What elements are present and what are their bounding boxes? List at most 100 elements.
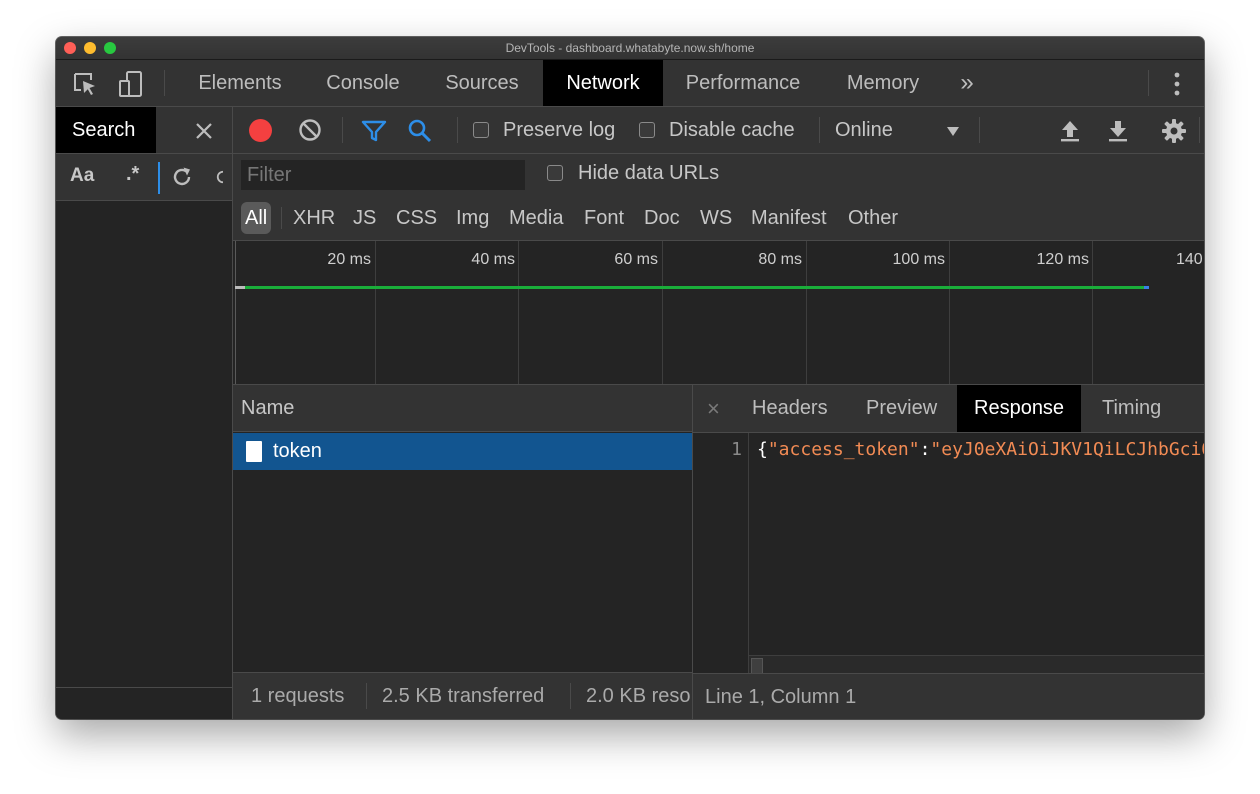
requests-list: Name token 1 requests 2.5 KB transferred… (233, 385, 693, 719)
search-icon[interactable] (405, 117, 435, 145)
search-pane: Search Aa .* (56, 107, 233, 719)
network-summary-bar: 1 requests 2.5 KB transferred 2.0 KB res… (233, 672, 692, 719)
status-divider (570, 683, 571, 709)
clear-search-icon[interactable] (214, 163, 232, 191)
request-count: 1 requests (251, 685, 345, 707)
request-detail-pane: × Headers Preview Response Timing 1 {"ac… (693, 385, 1204, 719)
scrollbar-thumb[interactable] (751, 658, 763, 674)
inspect-element-icon[interactable] (70, 69, 100, 99)
throttling-select[interactable]: Online (835, 119, 893, 142)
tab-console[interactable]: Console (306, 60, 420, 106)
filter-type-css[interactable]: CSS (396, 202, 437, 234)
filter-input[interactable] (241, 160, 525, 190)
timeline-tick-label: 140 ms (1176, 251, 1204, 268)
preserve-log-checkbox[interactable] (473, 122, 489, 138)
horizontal-scrollbar[interactable] (749, 655, 1204, 675)
request-name: token (273, 440, 322, 462)
filter-type-font[interactable]: Font (584, 202, 624, 234)
tab-elements[interactable]: Elements (178, 60, 302, 106)
request-download-bar (245, 286, 1147, 289)
column-header-name[interactable]: Name (233, 385, 692, 432)
toolbar-divider (979, 117, 980, 143)
response-code-line: {"access_token":"eyJ0eXAiOiJKV1QiLCJhbGc… (757, 439, 1204, 460)
filter-type-img[interactable]: Img (456, 202, 489, 234)
line-number-gutter: 1 (693, 433, 749, 675)
regex-button[interactable]: .* (126, 163, 139, 186)
disable-cache-checkbox[interactable] (639, 122, 655, 138)
cursor-position-status: Line 1, Column 1 (693, 673, 1204, 719)
resources-size: 2.0 KB resources (586, 685, 690, 707)
close-detail-icon[interactable]: × (707, 385, 720, 432)
toolbar-divider (1199, 117, 1200, 143)
timeline-tick-label: 80 ms (758, 251, 802, 268)
timeline-tick-label: 120 ms (1036, 251, 1089, 268)
hide-data-urls-checkbox[interactable] (547, 165, 563, 181)
clear-log-icon[interactable] (297, 117, 323, 143)
timeline-gridline (662, 241, 663, 384)
tab-response[interactable]: Response (957, 385, 1082, 432)
disable-cache-label: Disable cache (669, 119, 795, 141)
status-divider (366, 683, 367, 709)
toolbar-divider (1148, 70, 1149, 96)
timeline-gridline (949, 241, 950, 384)
filter-type-js[interactable]: JS (353, 202, 376, 234)
json-key: "access_token" (767, 439, 920, 460)
filter-type-ws[interactable]: WS (700, 202, 732, 234)
timeline-tick-label: 100 ms (892, 251, 945, 268)
devtools-window: DevTools - dashboard.whatabyte.now.sh/ho… (56, 37, 1204, 719)
kebab-menu-icon[interactable] (1162, 69, 1192, 99)
match-case-button[interactable]: Aa (70, 165, 94, 187)
close-search-icon[interactable] (190, 117, 218, 145)
tab-network[interactable]: Network (543, 60, 663, 106)
line-number: 1 (731, 439, 742, 460)
tab-headers[interactable]: Headers (752, 385, 828, 432)
timeline-gridline (1092, 241, 1093, 384)
tab-preview[interactable]: Preview (866, 385, 937, 432)
timeline-tick-label: 40 ms (471, 251, 515, 268)
main-tab-bar: Elements Console Sources Network Perform… (56, 60, 1204, 107)
tab-timing[interactable]: Timing (1102, 385, 1161, 432)
filter-type-manifest[interactable]: Manifest (751, 202, 827, 234)
filter-type-xhr[interactable]: XHR (293, 202, 335, 234)
json-brace: { (757, 439, 768, 460)
table-row[interactable]: token (233, 433, 692, 470)
search-pane-footer (56, 687, 232, 719)
gear-icon[interactable] (1159, 116, 1189, 146)
request-end-marker (1144, 286, 1149, 289)
detail-tab-bar: × Headers Preview Response Timing (693, 385, 1204, 433)
preserve-log-label: Preserve log (503, 119, 616, 141)
response-body-viewer[interactable]: 1 {"access_token":"eyJ0eXAiOiJKV1QiLCJhb… (693, 433, 1204, 675)
filter-divider (281, 207, 282, 229)
filter-type-doc[interactable]: Doc (644, 202, 680, 234)
hide-data-urls-label: Hide data URLs (578, 162, 720, 184)
timeline-tick-label: 60 ms (614, 251, 658, 268)
network-toolbar: Preserve log Disable cache Online (233, 107, 1204, 154)
filter-icon[interactable] (359, 117, 389, 145)
more-tabs-button[interactable]: » (950, 60, 984, 106)
refresh-icon[interactable] (168, 163, 196, 191)
request-waiting-bar (235, 286, 245, 289)
tab-performance[interactable]: Performance (666, 60, 820, 106)
network-overview-timeline[interactable]: 20 ms 40 ms 60 ms 80 ms 100 ms 120 ms 14… (233, 241, 1204, 385)
upload-icon[interactable] (1057, 117, 1083, 145)
search-options-bar: Aa .* (56, 154, 232, 201)
chevron-down-icon[interactable] (941, 121, 965, 141)
search-tab[interactable]: Search (56, 107, 156, 153)
timeline-tick-label: 20 ms (327, 251, 371, 268)
tab-sources[interactable]: Sources (424, 60, 540, 106)
download-icon[interactable] (1105, 117, 1131, 145)
timeline-gridline (375, 241, 376, 384)
device-toolbar-icon[interactable] (116, 69, 146, 99)
network-panel: Preserve log Disable cache Online Filter… (233, 107, 1204, 719)
record-button[interactable] (249, 119, 272, 142)
title-bar: DevTools - dashboard.whatabyte.now.sh/ho… (56, 37, 1204, 60)
tab-memory[interactable]: Memory (826, 60, 940, 106)
filter-type-media[interactable]: Media (509, 202, 563, 234)
timeline-gridline (235, 241, 236, 384)
toolbar-divider (342, 117, 343, 143)
search-input-cursor[interactable] (158, 162, 160, 194)
filter-type-all[interactable]: All (241, 202, 272, 234)
timeline-gridline (806, 241, 807, 384)
toolbar-divider (457, 117, 458, 143)
filter-type-other[interactable]: Other (848, 202, 898, 234)
